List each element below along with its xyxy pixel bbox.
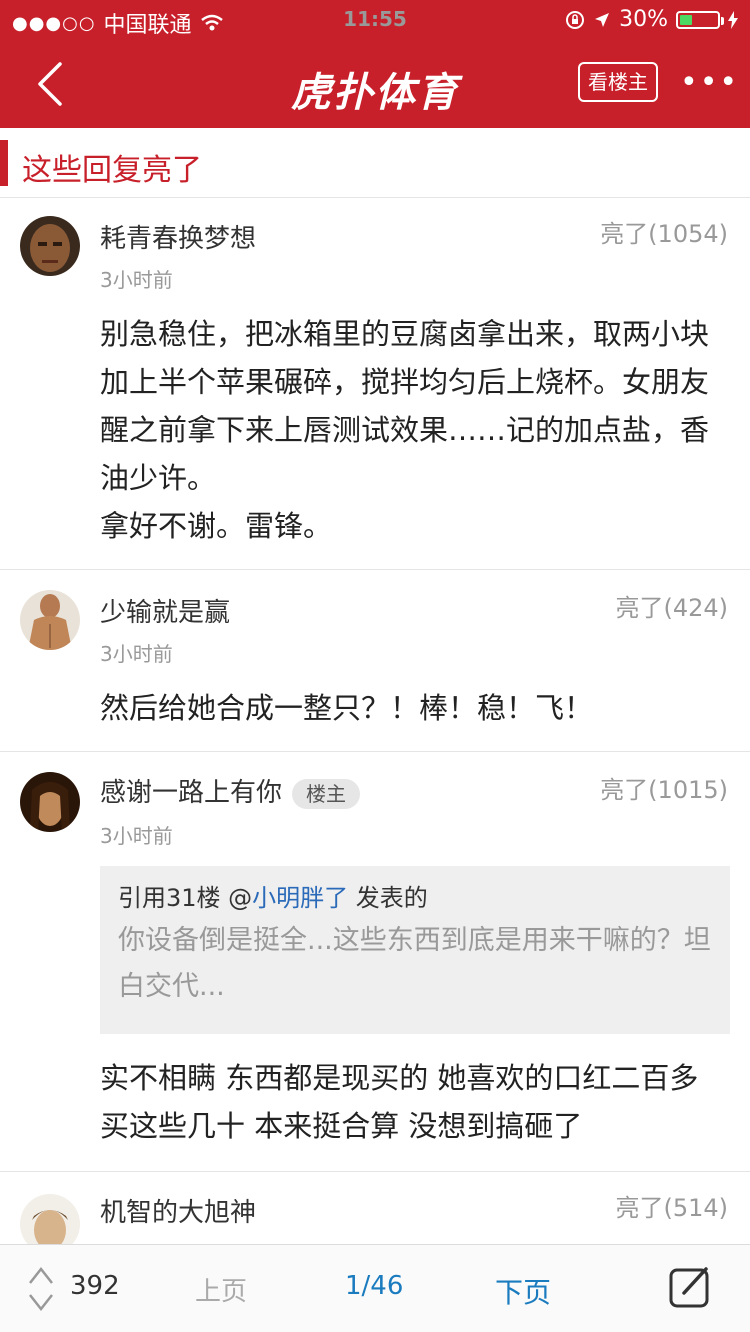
comment-text: 然后给她合成一整只？！棒！稳！飞！ [100, 691, 594, 725]
comment-item: 耗青春换梦想 亮了(1054) 3小时前 别急稳住，把冰箱里的豆腐卤拿出来，取两… [0, 198, 750, 570]
avatar[interactable] [20, 1194, 80, 1244]
status-bar: ●●●○○ 中国联通 11:55 30% [0, 0, 750, 40]
page-indicator[interactable]: 1/46 [345, 1271, 403, 1301]
battery-percent: 30% [619, 7, 668, 32]
top-bar: ●●●○○ 中国联通 11:55 30% 虎扑体育 看楼主 ••• [0, 0, 750, 128]
avatar[interactable] [20, 590, 80, 650]
username[interactable]: 少输就是赢 [100, 592, 230, 629]
comment-text: 实不相瞒 东西都是现买的 她喜欢的口红二百多 买这些几十 本来挺合算 没想到搞砸… [100, 1061, 699, 1143]
section-accent-bar [0, 140, 8, 186]
username[interactable]: 机智的大旭神 [100, 1192, 256, 1229]
post-time: 3小时前 [100, 642, 173, 666]
more-menu-button[interactable]: ••• [680, 68, 739, 98]
vote-arrows-icon[interactable] [28, 1263, 54, 1315]
quote-header: 引用31楼 @小明胖了 发表的 [118, 878, 712, 918]
op-badge: 楼主 [292, 778, 361, 809]
bottom-toolbar: 392 上页 1/46 下页 [0, 1244, 750, 1332]
location-icon [595, 12, 610, 27]
mention-link[interactable]: 小明胖了 [252, 884, 348, 912]
quote-prefix: 引用31楼 @ [118, 884, 253, 912]
like-count[interactable]: 亮了(424) [615, 588, 728, 623]
prev-page-button[interactable]: 上页 [195, 1271, 247, 1308]
view-op-only-button[interactable]: 看楼主 [578, 62, 658, 102]
section-title: 这些回复亮了 [22, 153, 202, 188]
username[interactable]: 感谢一路上有你 [100, 778, 282, 808]
vote-count: 392 [70, 1271, 120, 1301]
username-row: 感谢一路上有你 楼主 [100, 772, 361, 809]
quote-suffix: 发表的 [348, 884, 428, 912]
compose-reply-icon[interactable] [668, 1265, 712, 1309]
rotation-lock-icon [566, 10, 585, 29]
post-time: 3小时前 [100, 824, 173, 848]
avatar[interactable] [20, 216, 80, 276]
username[interactable]: 耗青春换梦想 [100, 218, 256, 255]
like-count[interactable]: 亮了(1054) [600, 214, 728, 249]
post-time: 3小时前 [100, 268, 173, 292]
comment-text: 别急稳住，把冰箱里的豆腐卤拿出来，取两小块加上半个苹果碾碎，搅拌均匀后上烧杯。女… [100, 317, 710, 543]
battery-icon [676, 10, 724, 29]
app-header: 虎扑体育 看楼主 ••• [0, 40, 750, 128]
avatar[interactable] [20, 772, 80, 832]
comment-item: 感谢一路上有你 楼主 亮了(1015) 3小时前 引用31楼 @小明胖了 发表的 … [0, 752, 750, 1172]
quoted-reply: 引用31楼 @小明胖了 发表的 你设备倒是挺全...这些东西到底是用来干嘛的？坦… [100, 866, 730, 1034]
section-header: 这些回复亮了 [0, 128, 750, 198]
quote-text: 你设备倒是挺全...这些东西到底是用来干嘛的？坦白交代... [118, 925, 711, 1002]
charging-icon [728, 10, 738, 29]
like-count[interactable]: 亮了(514) [615, 1188, 728, 1223]
next-page-button[interactable]: 下页 [495, 1271, 551, 1311]
comment-item: 机智的大旭神 亮了(514) [0, 1172, 750, 1244]
like-count[interactable]: 亮了(1015) [600, 770, 728, 805]
comment-item: 少输就是赢 亮了(424) 3小时前 然后给她合成一整只？！棒！稳！飞！ [0, 570, 750, 752]
